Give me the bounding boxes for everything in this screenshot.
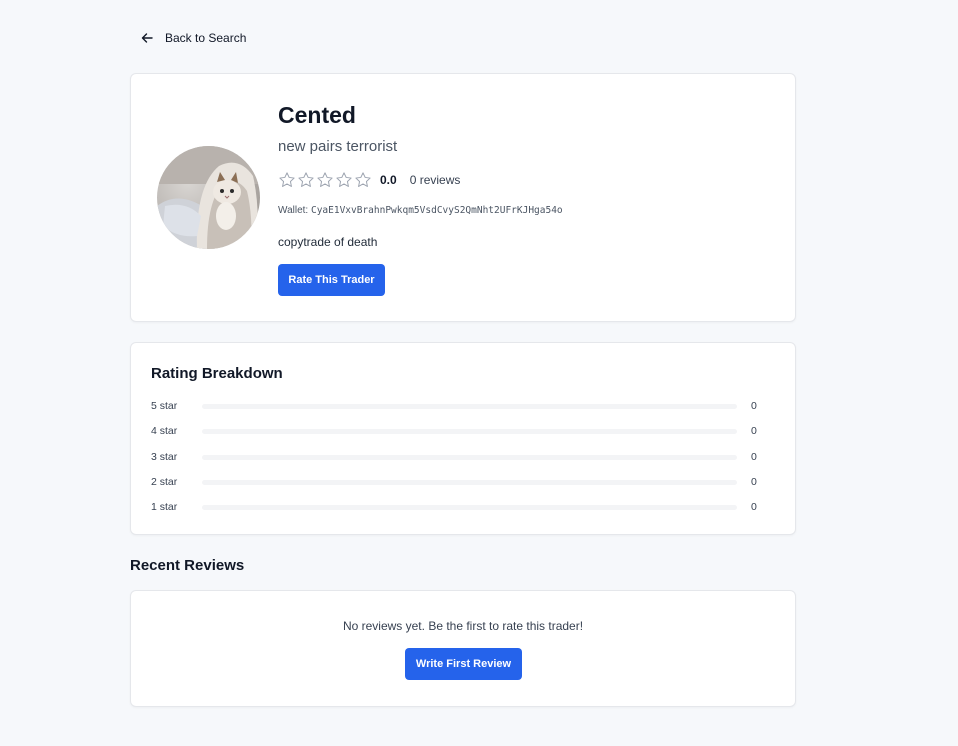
bar-label: 4 star <box>151 425 178 437</box>
bar-track <box>202 479 737 485</box>
wallet-address: CyaE1VxvBrahnPwkqm5VsdCvyS2QmNht2UFrKJHg… <box>310 205 563 216</box>
bar-track <box>202 504 737 510</box>
review-count: 0 reviews <box>409 173 461 187</box>
rate-trader-button[interactable]: Rate This Trader <box>278 264 385 296</box>
trader-tagline: new pairs terrorist <box>278 138 398 155</box>
wallet-info: Wallet: CyaE1VxvBrahnPwkqm5VsdCvyS2QmNht… <box>278 205 563 216</box>
arrow-left-icon <box>141 32 153 44</box>
star-icon <box>335 171 353 189</box>
recent-reviews-card: No reviews yet. Be the first to rate thi… <box>130 590 796 707</box>
bar-label: 5 star <box>151 400 178 412</box>
write-first-review-button[interactable]: Write First Review <box>405 648 522 680</box>
trader-profile-card: Cented new pairs terrorist 0.0 0 reviews… <box>130 73 796 322</box>
rating-bar-row: 5 star 0 <box>151 399 759 413</box>
bar-count: 0 <box>751 425 757 437</box>
bar-count: 0 <box>751 501 757 513</box>
star-icon <box>316 171 334 189</box>
rating-score: 0.0 <box>380 173 397 187</box>
rating-bar-row: 1 star 0 <box>151 500 759 514</box>
star-rating <box>278 171 372 189</box>
bar-count: 0 <box>751 400 757 412</box>
back-label: Back to Search <box>165 31 247 45</box>
bar-track <box>202 454 737 460</box>
trader-name: Cented <box>278 102 356 128</box>
trader-bio: copytrade of death <box>278 235 378 249</box>
rating-bar-row: 2 star 0 <box>151 475 759 489</box>
bar-label: 2 star <box>151 476 178 488</box>
star-icon <box>297 171 315 189</box>
empty-reviews-message: No reviews yet. Be the first to rate thi… <box>342 619 584 633</box>
bar-track <box>202 428 737 434</box>
rating-bar-row: 4 star 0 <box>151 424 759 438</box>
bar-count: 0 <box>751 476 757 488</box>
rating-bar-row: 3 star 0 <box>151 450 759 464</box>
recent-reviews-title: Recent Reviews <box>130 557 245 574</box>
bar-track <box>202 403 737 409</box>
bar-label: 1 star <box>151 501 178 513</box>
star-icon <box>278 171 296 189</box>
rating-breakdown-card: Rating Breakdown 5 star 0 4 star 0 3 sta… <box>130 342 796 535</box>
wallet-label: Wallet: <box>278 205 309 216</box>
star-icon <box>354 171 372 189</box>
rating-summary: 0.0 0 reviews <box>278 170 460 190</box>
bar-label: 3 star <box>151 451 178 463</box>
back-to-search-link[interactable]: Back to Search <box>141 28 246 48</box>
rating-breakdown-title: Rating Breakdown <box>151 365 283 382</box>
avatar <box>157 146 260 249</box>
bar-count: 0 <box>751 451 757 463</box>
